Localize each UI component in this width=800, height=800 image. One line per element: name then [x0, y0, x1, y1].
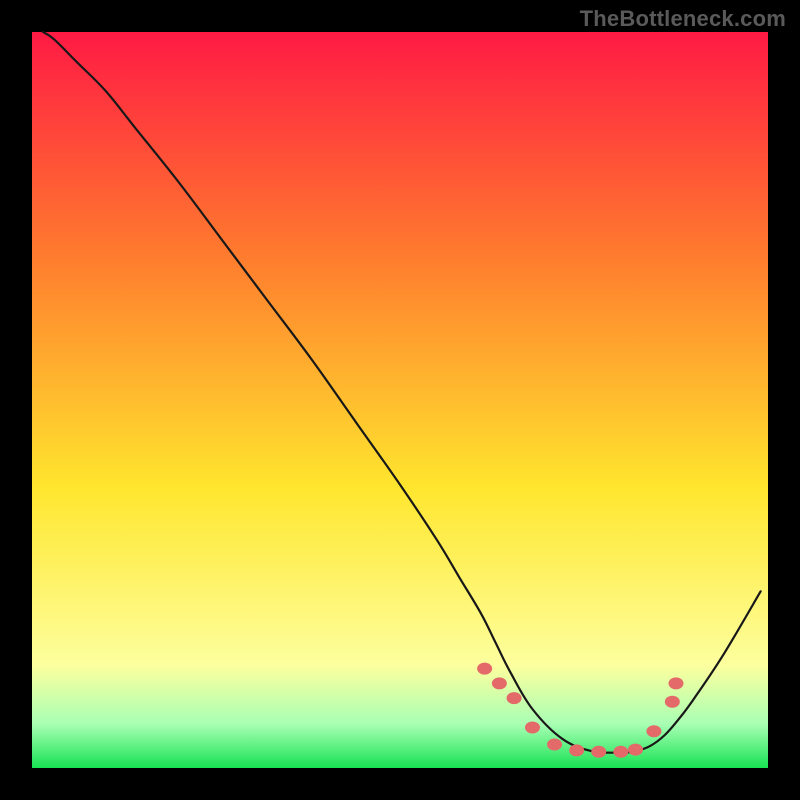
scatter-dot: [569, 744, 584, 756]
scatter-dot: [665, 696, 680, 708]
scatter-dot: [628, 744, 643, 756]
scatter-dot: [477, 663, 492, 675]
scatter-dot: [669, 677, 684, 689]
scatter-dot: [613, 746, 628, 758]
watermark-text: TheBottleneck.com: [580, 6, 786, 32]
plot-area: [32, 32, 768, 768]
scatter-dot: [646, 725, 661, 737]
scatter-dot: [507, 692, 522, 704]
chart-root: { "watermark": "TheBottleneck.com", "plo…: [0, 0, 800, 800]
plot-overlay: [32, 32, 768, 768]
scatter-dot: [547, 738, 562, 750]
scatter-dot: [591, 746, 606, 758]
curve-line: [43, 32, 761, 753]
scatter-dot: [492, 677, 507, 689]
scatter-dot: [525, 722, 540, 734]
